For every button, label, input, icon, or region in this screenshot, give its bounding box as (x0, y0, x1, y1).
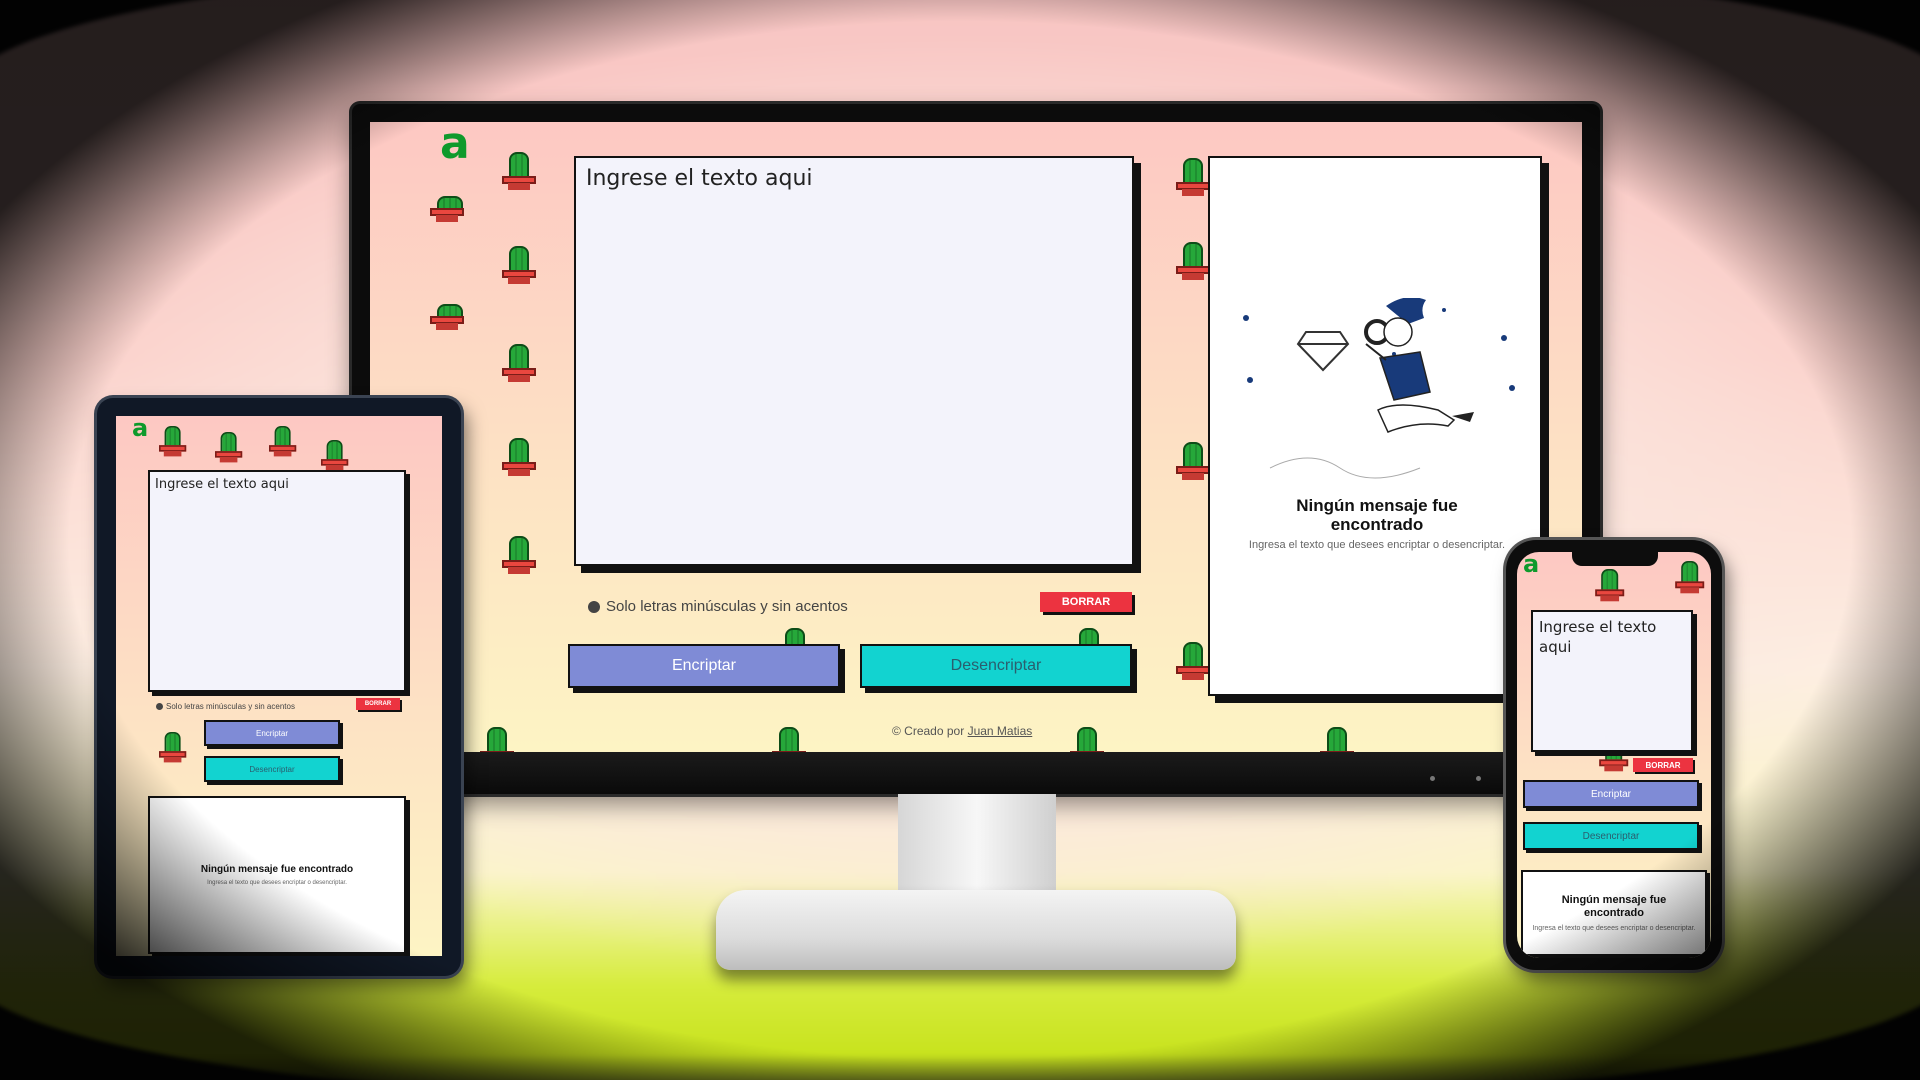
output-description: Ingresa el texto que desees encriptar o … (207, 880, 347, 886)
pixel-cactus-icon (1176, 642, 1210, 682)
encrypt-button[interactable]: Encriptar (204, 720, 340, 746)
clear-button[interactable]: BORRAR (1633, 758, 1693, 772)
pixel-cactus-icon (502, 344, 536, 384)
logo[interactable]: a (1523, 552, 1539, 578)
logo[interactable]: a (440, 122, 470, 169)
footer: © Creado por Juan Matias (892, 724, 1032, 738)
pixel-cactus-icon (1176, 158, 1210, 198)
hint-text: Solo letras minúsculas y sin acentos (588, 598, 848, 615)
tablet-app-page: a Ingrese el texto aqui Solo letras minú… (116, 416, 442, 956)
clear-button[interactable]: BORRAR (1040, 592, 1132, 612)
pixel-cactus-icon (1176, 442, 1210, 482)
pixel-cactus-icon (502, 246, 536, 286)
output-title: Ningún mensaje fue encontrado (1561, 894, 1667, 919)
text-input-placeholder: Ingrese el texto aqui (155, 477, 289, 492)
output-description: Ingresa el texto que desees encriptar o … (1532, 925, 1696, 932)
decrypt-button[interactable]: Desencriptar (1523, 822, 1699, 850)
pixel-cactus-icon (1176, 242, 1210, 282)
clear-button[interactable]: BORRAR (356, 698, 400, 710)
decrypt-button[interactable]: Desencriptar (860, 644, 1132, 688)
output-description: Ingresa el texto que desees encriptar o … (1248, 539, 1506, 551)
pixel-cactus-icon (1675, 561, 1705, 595)
encrypt-button[interactable]: Encriptar (568, 644, 840, 688)
hint-label: Solo letras minúsculas y sin acentos (606, 598, 848, 615)
mobile-app-page: a Ingrese el texto aqui BORRAR Encriptar… (1517, 552, 1711, 958)
pixel-cactus-icon (480, 727, 514, 752)
monitor-chin (352, 752, 1600, 794)
pixel-cactus-icon (430, 292, 464, 332)
info-dot-icon (588, 600, 600, 613)
monitor-stand-base (716, 890, 1236, 970)
decrypt-button[interactable]: Desencriptar (204, 756, 340, 782)
pixel-cactus-icon (772, 727, 806, 752)
pixel-cactus-icon (159, 426, 187, 458)
pixel-cactus-icon (1320, 727, 1354, 752)
author-link[interactable]: Juan Matias (968, 724, 1033, 738)
text-input-placeholder: Ingrese el texto aqui (1539, 618, 1657, 656)
power-led (1476, 776, 1481, 781)
text-input-placeholder: Ingrese el texto aqui (586, 166, 813, 191)
pixel-cactus-icon (502, 438, 536, 478)
person-magnifier-diamond-illustration (1243, 298, 1515, 479)
pixel-cactus-icon (215, 432, 243, 464)
output-title: Ningún mensaje fue encontrado (200, 864, 354, 875)
output-panel: Ningún mensaje fue encontrado Ingresa el… (1521, 870, 1707, 956)
output-title: Ningún mensaje fue encontrado (1296, 496, 1458, 534)
pixel-cactus-icon (269, 426, 297, 458)
text-input-area[interactable]: Ingrese el texto aqui (574, 156, 1134, 566)
logo[interactable]: a (132, 416, 148, 442)
monitor-stand-neck (898, 794, 1056, 894)
encrypt-button[interactable]: Encriptar (1523, 780, 1699, 808)
hint-label: Solo letras minúsculas y sin acentos (166, 702, 295, 711)
pixel-cactus-icon (502, 152, 536, 192)
pixel-cactus-icon (502, 536, 536, 576)
phone-notch (1572, 550, 1658, 566)
pixel-cactus-icon (430, 184, 464, 224)
desktop-app-page: a Ingrese el texto aqui Solo letras minú… (370, 122, 1582, 752)
output-panel: Ningún mensaje fue encontrado Ingresa el… (148, 796, 406, 954)
pixel-cactus-icon (159, 732, 187, 764)
pixel-cactus-icon (1595, 569, 1625, 603)
pixel-cactus-icon (1070, 727, 1104, 752)
pixel-cactus-icon (321, 440, 349, 472)
info-dot-icon (156, 703, 163, 710)
text-input-area[interactable]: Ingrese el texto aqui (1531, 610, 1693, 752)
text-input-area[interactable]: Ingrese el texto aqui (148, 470, 406, 692)
hint-text: Solo letras minúsculas y sin acentos (156, 702, 295, 711)
output-panel: Ningún mensaje fue encontrado Ingresa el… (1208, 156, 1542, 696)
power-led (1430, 776, 1435, 781)
footer-prefix: © Creado por (892, 724, 965, 738)
